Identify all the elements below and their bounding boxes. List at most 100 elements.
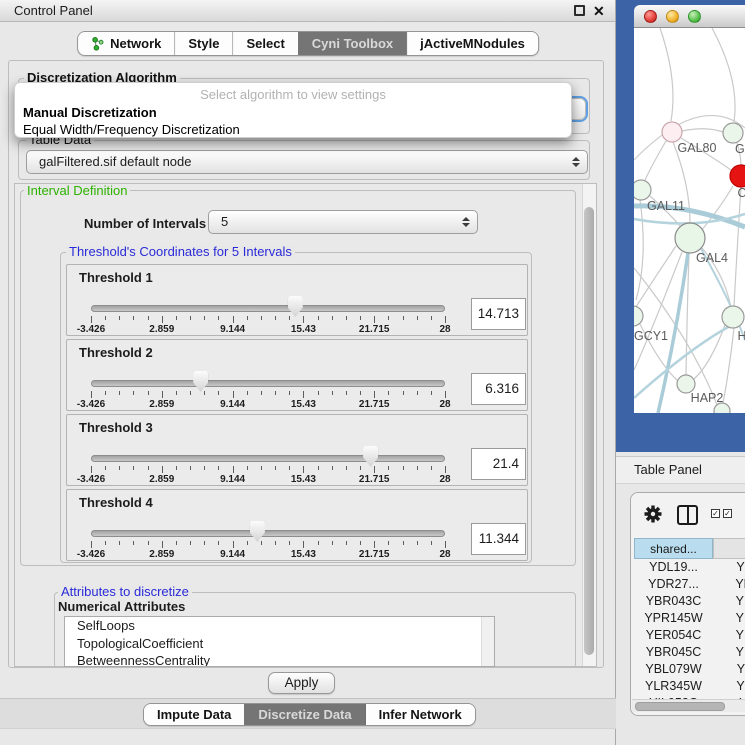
table-cell: YBR0 bbox=[713, 593, 745, 610]
table-row[interactable]: YBR043CYBR0 bbox=[631, 593, 745, 610]
window-minimize-button[interactable] bbox=[666, 10, 679, 23]
gear-icon[interactable] bbox=[643, 504, 663, 529]
float-window-icon[interactable] bbox=[574, 5, 585, 16]
tick-mark bbox=[431, 391, 432, 395]
tick-mark bbox=[261, 541, 262, 545]
tab-label: Network bbox=[110, 32, 161, 55]
slider-track[interactable] bbox=[91, 530, 445, 537]
tick-label: 21.715 bbox=[359, 474, 390, 485]
slider-handle[interactable] bbox=[288, 296, 303, 317]
tick-label: -3.426 bbox=[77, 324, 105, 335]
tick-mark bbox=[431, 541, 432, 545]
number-of-intervals-combobox[interactable]: 5 bbox=[208, 210, 478, 234]
tick-mark bbox=[190, 466, 191, 470]
threshold-value-field[interactable]: 14.713 bbox=[471, 298, 526, 330]
table-cell: YBR0 bbox=[713, 644, 745, 661]
table-row[interactable]: YDL19...YDL1 bbox=[631, 559, 745, 576]
table-row[interactable]: YBL079WYBL0 bbox=[631, 661, 745, 678]
table-cell: YPR1 bbox=[713, 610, 745, 627]
tick-mark bbox=[233, 316, 234, 323]
tab-discretize-data[interactable]: Discretize Data bbox=[244, 704, 364, 725]
attribute-list-item[interactable]: BetweennessCentrality bbox=[65, 652, 494, 667]
tick-mark bbox=[332, 316, 333, 320]
slider-handle[interactable] bbox=[193, 371, 208, 392]
slider-handle[interactable] bbox=[363, 446, 378, 467]
select-all-checkbox-icon[interactable]: ✓ bbox=[711, 509, 720, 518]
scrollbar-thumb[interactable] bbox=[635, 702, 725, 711]
slider-ticks bbox=[91, 316, 446, 324]
tick-mark bbox=[233, 541, 234, 548]
scrollbar-thumb[interactable] bbox=[584, 207, 594, 655]
slider-track[interactable] bbox=[91, 380, 445, 387]
tick-mark bbox=[218, 466, 219, 470]
dropdown-option[interactable]: Manual Discretization bbox=[23, 104, 563, 121]
window-close-button[interactable] bbox=[644, 10, 657, 23]
tab-select[interactable]: Select bbox=[232, 32, 297, 55]
tick-mark bbox=[261, 466, 262, 470]
tick-mark bbox=[162, 466, 163, 473]
table-cell: YER054C bbox=[634, 627, 713, 644]
tab-infer-network[interactable]: Infer Network bbox=[365, 704, 475, 725]
table-cell: YDL1 bbox=[713, 559, 745, 576]
window-zoom-button[interactable] bbox=[688, 10, 701, 23]
spinner-arrows-icon bbox=[462, 217, 470, 227]
svg-text:GA: GA bbox=[735, 142, 745, 156]
tick-mark bbox=[148, 316, 149, 320]
tab-jactivemnodules[interactable]: jActiveMNodules bbox=[406, 32, 538, 55]
slider-track[interactable] bbox=[91, 305, 445, 312]
tab-style[interactable]: Style bbox=[174, 32, 232, 55]
table-row[interactable]: YBR045CYBR0 bbox=[631, 644, 745, 661]
tick-mark bbox=[360, 541, 361, 545]
threshold-value-field[interactable]: 11.344 bbox=[471, 523, 526, 555]
attribute-list-item[interactable]: TopologicalCoefficient bbox=[65, 635, 494, 653]
show-columns-icon[interactable] bbox=[677, 505, 698, 525]
slider-track[interactable] bbox=[91, 455, 445, 462]
table-cell: YBL0 bbox=[713, 661, 745, 678]
tick-mark bbox=[119, 541, 120, 545]
table-cell: YDL19... bbox=[634, 559, 713, 576]
attributes-list-scrollbar[interactable] bbox=[481, 617, 494, 666]
tick-mark bbox=[91, 541, 92, 548]
attribute-list-item[interactable]: SelfLoops bbox=[65, 617, 494, 635]
tab-cyni-toolbox[interactable]: Cyni Toolbox bbox=[298, 32, 406, 55]
tick-mark bbox=[332, 541, 333, 545]
threshold-value-field[interactable]: 21.4 bbox=[471, 448, 526, 480]
column-header[interactable]: na bbox=[713, 538, 745, 559]
tab-network[interactable]: Network bbox=[78, 32, 174, 55]
deselect-all-checkbox-icon[interactable]: ✓ bbox=[723, 509, 732, 518]
slider-handle[interactable] bbox=[250, 521, 265, 542]
tick-mark bbox=[105, 391, 106, 395]
table-data-combobox[interactable]: galFiltered.sif default node bbox=[26, 150, 588, 174]
numerical-attributes-list[interactable]: SelfLoopsTopologicalCoefficientBetweenne… bbox=[64, 616, 495, 667]
dropdown-placeholder-item[interactable]: Select algorithm to view settings bbox=[15, 87, 571, 102]
dropdown-option[interactable]: Equal Width/Frequency Discretization bbox=[23, 121, 563, 138]
table-horizontal-scrollbar[interactable] bbox=[632, 699, 745, 712]
threshold-panel: Threshold 1-3.4262.8599.14415.4321.71528… bbox=[66, 264, 528, 336]
tick-mark bbox=[218, 316, 219, 320]
network-canvas[interactable]: GAL80GACGAL11GAL4GCY1HHAP2 bbox=[634, 28, 745, 413]
threshold-title: Threshold 4 bbox=[79, 495, 153, 510]
tick-mark bbox=[289, 391, 290, 395]
table-row[interactable]: YPR145WYPR1 bbox=[631, 610, 745, 627]
tick-mark bbox=[275, 391, 276, 395]
network-window-titlebar[interactable] bbox=[634, 5, 745, 28]
tick-mark bbox=[176, 316, 177, 320]
threshold-value-field[interactable]: 6.316 bbox=[471, 373, 526, 405]
apply-button[interactable]: Apply bbox=[268, 672, 335, 694]
tick-label: 2.859 bbox=[149, 549, 174, 560]
table-row[interactable]: YLR345WYLR3 bbox=[631, 678, 745, 695]
tick-mark bbox=[247, 316, 248, 320]
tick-mark bbox=[233, 391, 234, 398]
thresholds-group-label: Threshold's Coordinates for 5 Intervals bbox=[66, 245, 295, 258]
close-icon[interactable]: ✕ bbox=[593, 1, 605, 21]
svg-text:GCY1: GCY1 bbox=[634, 329, 668, 343]
table-row[interactable]: YER054CYER0 bbox=[631, 627, 745, 644]
tick-mark bbox=[346, 391, 347, 395]
tick-mark bbox=[388, 391, 389, 395]
tab-impute-data[interactable]: Impute Data bbox=[144, 704, 244, 725]
table-row[interactable]: YDR27...YDR2 bbox=[631, 576, 745, 593]
column-header[interactable]: shared... bbox=[634, 538, 713, 559]
tab-label: Impute Data bbox=[157, 704, 231, 725]
control-panel-tabs: Network StyleSelectCyni ToolboxjActiveMNo… bbox=[77, 31, 539, 56]
tick-mark bbox=[346, 316, 347, 320]
